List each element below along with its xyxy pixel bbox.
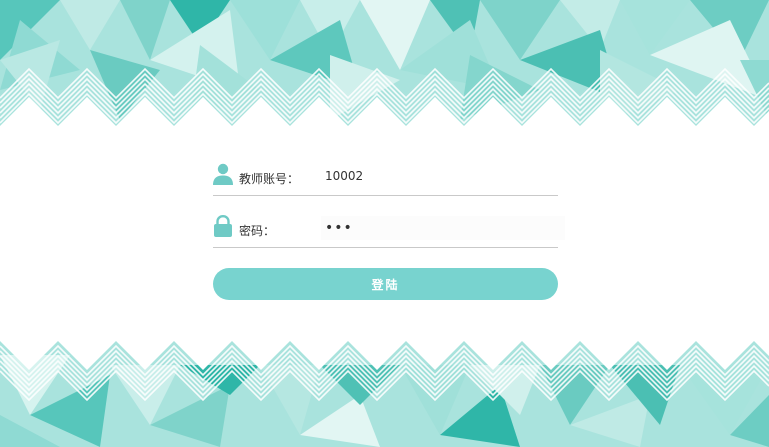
- password-row: 密码：: [213, 210, 565, 248]
- lock-icon: [213, 214, 233, 237]
- login-page: 教师账号： 密码： 登陆: [0, 0, 769, 447]
- account-input[interactable]: [321, 164, 561, 188]
- login-form: 教师账号： 密码：: [213, 158, 565, 248]
- password-label: 密码：: [239, 224, 276, 238]
- bottom-decorative-banner: [0, 335, 769, 447]
- user-icon: [213, 163, 233, 185]
- top-decorative-banner: [0, 0, 769, 132]
- account-row: 教师账号：: [213, 158, 561, 196]
- password-input[interactable]: [321, 216, 565, 240]
- login-button[interactable]: 登陆: [213, 268, 558, 300]
- account-label: 教师账号：: [239, 172, 300, 186]
